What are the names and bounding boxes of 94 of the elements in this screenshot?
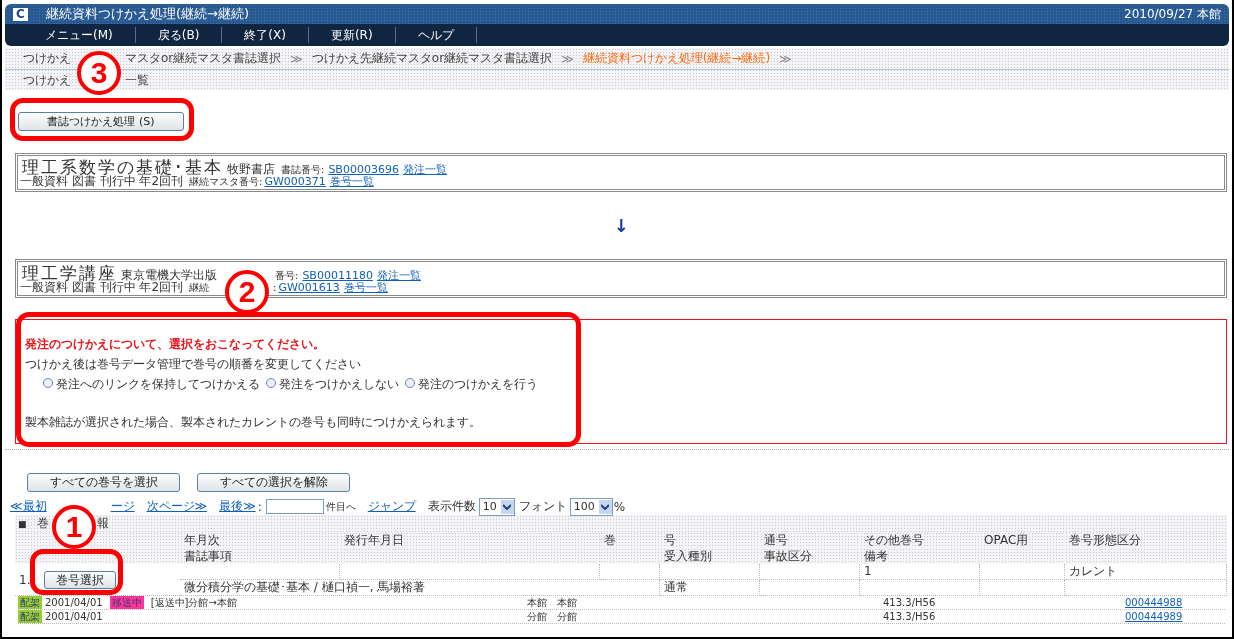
column-header: 巻号形態区分 bbox=[1065, 532, 1227, 548]
separator: ≫ bbox=[561, 51, 574, 66]
menu-item[interactable]: 戻る(B) bbox=[135, 27, 223, 43]
call-number: 413.3/H56 bbox=[883, 596, 936, 609]
column-header: OPAC用 bbox=[980, 532, 1065, 548]
location: 本館 本館 bbox=[527, 596, 577, 609]
square-icon: ■ bbox=[18, 518, 27, 529]
call-number: 413.3/H56 bbox=[883, 610, 936, 623]
volume-select-button[interactable]: 巻号選択 bbox=[44, 570, 117, 589]
step-number: 1 bbox=[52, 505, 96, 549]
column-header: 備考 bbox=[860, 548, 980, 564]
volume-list-link[interactable]: 巻号一覧 bbox=[329, 174, 374, 189]
column-header: 号 bbox=[660, 532, 760, 548]
column-header: その他巻号 bbox=[860, 532, 980, 548]
master-number-link[interactable]: GW001613 bbox=[278, 281, 340, 294]
column-header: 発行年月日 bbox=[340, 532, 600, 548]
date: 2001/04/01 bbox=[45, 610, 103, 623]
book-info: 一般資料 図書 刊行中 年2回刊 bbox=[20, 280, 184, 296]
section-title: 報 bbox=[96, 515, 109, 532]
menu-item[interactable]: メニュー(M) bbox=[23, 27, 136, 43]
publisher: 東京電機大学出版 bbox=[121, 267, 217, 282]
status-tag: 配架 bbox=[18, 596, 42, 609]
breadcrumb-link[interactable]: つけかえ bbox=[23, 71, 71, 89]
per-page-select[interactable]: 10 bbox=[478, 497, 515, 516]
column-header: 巻 bbox=[600, 532, 660, 548]
font-label: フォント bbox=[518, 498, 567, 515]
window-title: 継続資料つけかえ処理(継続→継続) bbox=[46, 5, 251, 23]
goto-field[interactable] bbox=[265, 499, 324, 514]
label: 番号: bbox=[275, 269, 299, 283]
notice-heading: 発注のつけかえについて、選択をおこなってください。 bbox=[25, 336, 326, 353]
date-location: 2010/09/27 本館 bbox=[1124, 5, 1221, 23]
pager-link[interactable]: ≪最初 bbox=[10, 498, 47, 515]
column-header: 書誌事項 bbox=[180, 548, 340, 564]
breadcrumb-link[interactable]: マスタor継続マスタ書誌選択 bbox=[125, 50, 282, 67]
radio-option[interactable]: 発注をつけかえしない bbox=[266, 376, 399, 414]
bib-number-link[interactable]: SB00003696 bbox=[328, 163, 399, 176]
item-number-link[interactable]: 000444988 bbox=[1125, 596, 1183, 609]
colon: : bbox=[257, 499, 262, 514]
font-size-select[interactable]: 100 bbox=[569, 497, 613, 516]
breadcrumb-link[interactable]: 一覧 bbox=[125, 71, 149, 89]
status-tag: 配架 bbox=[18, 610, 42, 623]
bib-number-link[interactable]: SB00011180 bbox=[302, 269, 373, 282]
radio-option[interactable]: 発注へのリンクを保持してつけかえる bbox=[43, 376, 260, 414]
item-number-link[interactable]: 000444989 bbox=[1125, 610, 1183, 623]
menu-item[interactable]: 更新(R) bbox=[308, 27, 396, 43]
label: 継続マスタ番号: bbox=[189, 175, 263, 189]
status-tag: 移送中 bbox=[109, 596, 144, 609]
app-logo: C bbox=[13, 7, 28, 21]
volume-list-link[interactable]: 巻号一覧 bbox=[343, 280, 388, 295]
separator: ≫ bbox=[290, 51, 303, 66]
column-header: 年月次 bbox=[180, 532, 340, 548]
table-cell: カレント bbox=[1065, 564, 1227, 580]
table-cell: 1 bbox=[860, 564, 980, 580]
table-cell: 通常 bbox=[660, 580, 760, 596]
label: 書誌番号: bbox=[281, 163, 325, 177]
table-cell bbox=[600, 564, 660, 580]
jump-link[interactable]: ジャンプ bbox=[367, 498, 416, 515]
radio-button[interactable] bbox=[266, 378, 276, 388]
down-arrow-icon: ↓ bbox=[613, 215, 629, 236]
select-button[interactable]: すべての巻号を選択 bbox=[27, 473, 180, 492]
order-list-link[interactable]: 発注一覧 bbox=[402, 162, 447, 177]
column-header: 事故区分 bbox=[760, 548, 860, 564]
master-number-link[interactable]: GW000371 bbox=[264, 175, 326, 188]
pager-link[interactable]: 次ページ≫ bbox=[146, 498, 208, 515]
process-button[interactable]: 書誌つけかえ処理 (S) bbox=[18, 112, 184, 131]
book-info: 一般資料 図書 刊行中 年2回刊 bbox=[20, 174, 184, 190]
radio-option[interactable]: 発注のつけかえを行う bbox=[405, 376, 538, 414]
pager-link[interactable]: ージ bbox=[110, 498, 135, 515]
notice-text: つけかえ後は巻号データ管理で巻号の順番を変更してください bbox=[25, 356, 362, 373]
label: : bbox=[273, 282, 277, 293]
radio-button[interactable] bbox=[405, 378, 415, 388]
breadcrumb-link[interactable]: つけかえ先継続マスタor継続マスタ書誌選択 bbox=[311, 50, 553, 67]
per-page-label: 表示件数 bbox=[427, 498, 476, 515]
transfer-note: [返送中]分館→本館 bbox=[150, 596, 237, 609]
percent-sign: % bbox=[613, 499, 626, 514]
breadcrumb-link[interactable]: つけかえ bbox=[23, 50, 71, 67]
menu-item[interactable]: 終了(X) bbox=[222, 27, 309, 43]
column-header: 通号 bbox=[760, 532, 860, 548]
section-title: 巻 bbox=[36, 515, 49, 532]
radio-button[interactable] bbox=[43, 378, 53, 388]
separator: ≫ bbox=[779, 51, 792, 66]
pager-link[interactable]: 最後≫ bbox=[219, 498, 256, 515]
select-button[interactable]: すべての選択を解除 bbox=[197, 473, 350, 492]
label: 継続 bbox=[189, 281, 210, 295]
table-cell: 微分積分学の基礎･基本 / 樋口禎一, 馬場裕著 bbox=[180, 580, 660, 596]
notice-text: 製本雑誌が選択された場合、製本されたカレントの巻号も同時につけかえられます。 bbox=[25, 414, 482, 431]
publisher: 牧野書店 bbox=[227, 161, 275, 177]
menu-item[interactable]: ヘルプ bbox=[395, 27, 477, 43]
row-number: 1. bbox=[19, 572, 31, 587]
location: 分館 分館 bbox=[527, 610, 577, 623]
goto-label: 件目へ bbox=[325, 499, 356, 514]
order-list-link[interactable]: 発注一覧 bbox=[376, 268, 421, 283]
date: 2001/04/01 bbox=[45, 596, 103, 609]
column-header: 受入種別 bbox=[660, 548, 760, 564]
